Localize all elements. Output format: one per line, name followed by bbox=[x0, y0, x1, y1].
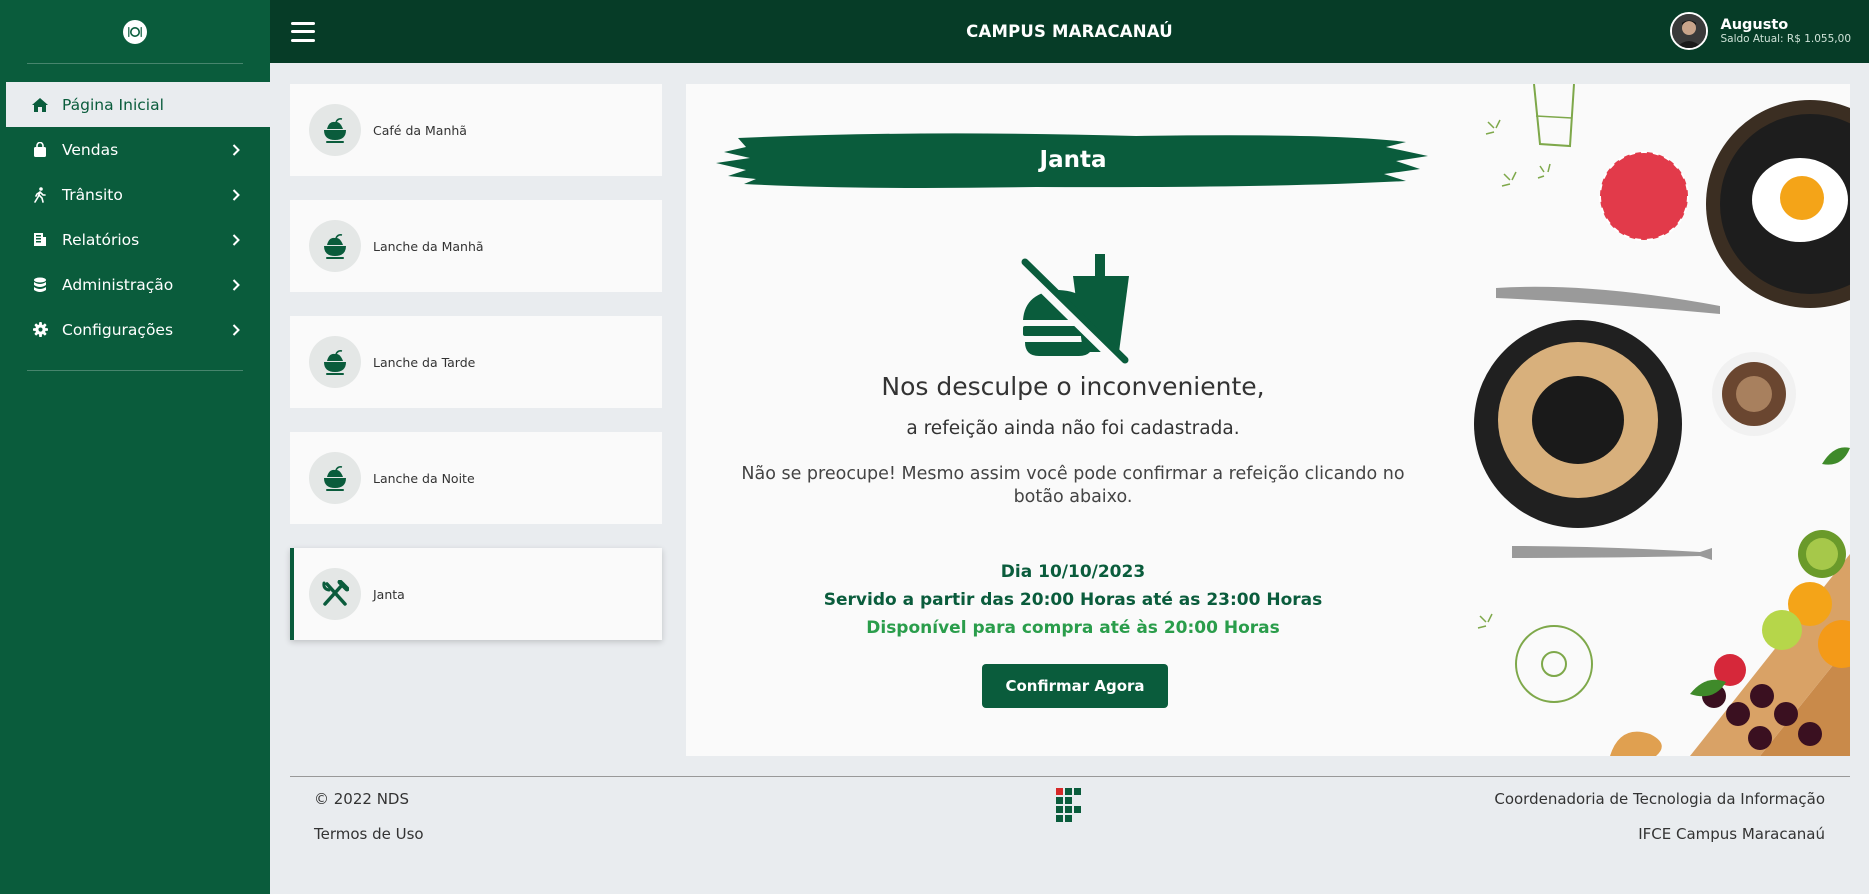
footer-department: Coordenadoria de Tecnologia da Informaçã… bbox=[1494, 790, 1825, 808]
institution-logo-icon bbox=[1056, 788, 1081, 822]
terms-link[interactable]: Termos de Uso bbox=[314, 825, 424, 843]
meal-label: Lanche da Tarde bbox=[373, 354, 476, 370]
chevron-right-icon bbox=[232, 278, 240, 291]
chevron-right-icon bbox=[232, 323, 240, 336]
sidebar-item-label: Página Inicial bbox=[62, 95, 164, 114]
no-food-icon bbox=[1021, 254, 1129, 364]
sidebar-item-relatorios[interactable]: Relatórios bbox=[0, 217, 270, 262]
sidebar-divider bbox=[27, 370, 243, 371]
report-icon bbox=[32, 232, 48, 248]
footer-divider bbox=[290, 776, 1850, 777]
footer-campus: IFCE Campus Maracanaú bbox=[1638, 825, 1825, 843]
sidebar-item-label: Trânsito bbox=[62, 185, 123, 204]
food-bowl-icon bbox=[309, 104, 361, 156]
meal-title: Janta bbox=[1039, 147, 1107, 173]
page-title: CAMPUS MARACANAÚ bbox=[966, 22, 1173, 41]
gear-icon bbox=[32, 322, 48, 338]
sidebar-item-administracao[interactable]: Administração bbox=[0, 262, 270, 307]
sidebar-divider bbox=[27, 63, 243, 64]
sidebar-item-configuracoes[interactable]: Configurações bbox=[0, 307, 270, 352]
home-icon bbox=[32, 97, 48, 113]
meal-label: Lanche da Noite bbox=[373, 470, 475, 486]
food-bowl-icon bbox=[309, 336, 361, 388]
menu-toggle-icon[interactable] bbox=[291, 21, 315, 42]
topbar: CAMPUS MARACANAÚ Augusto Saldo Atual: R$… bbox=[270, 0, 1869, 63]
food-bowl-icon bbox=[309, 452, 361, 504]
chevron-right-icon bbox=[232, 188, 240, 201]
meal-card-cafe-da-manha[interactable]: Café da Manhã bbox=[290, 84, 662, 176]
meal-label: Café da Manhã bbox=[373, 122, 467, 138]
sorry-info: Não se preocupe! Mesmo assim você pode c… bbox=[741, 464, 1405, 507]
meal-card-lanche-da-tarde[interactable]: Lanche da Tarde bbox=[290, 316, 662, 408]
user-balance: Saldo Atual: R$ 1.055,00 bbox=[1720, 33, 1851, 45]
user-menu[interactable]: Augusto Saldo Atual: R$ 1.055,00 bbox=[1670, 12, 1851, 50]
chevron-right-icon bbox=[232, 143, 240, 156]
meal-availability: Disponível para compra até às 20:00 Hora… bbox=[866, 618, 1280, 638]
meal-label: Janta bbox=[373, 586, 405, 602]
shopping-bag-icon bbox=[32, 142, 48, 158]
meal-card-lanche-da-manha[interactable]: Lanche da Manhã bbox=[290, 200, 662, 292]
user-name: Augusto bbox=[1720, 17, 1789, 33]
meal-served-hours: Servido a partir das 20:00 Horas até as … bbox=[823, 590, 1323, 610]
sidebar-item-label: Configurações bbox=[62, 320, 174, 339]
avatar bbox=[1670, 12, 1709, 50]
food-illustration bbox=[1474, 84, 1850, 756]
meal-detail-panel: Janta Nos desculpe o inconveniente, a re… bbox=[686, 84, 1850, 756]
meal-card-janta[interactable]: Janta bbox=[290, 548, 662, 640]
sorry-subtitle: a refeição ainda não foi cadastrada. bbox=[906, 418, 1240, 439]
food-bowl-icon bbox=[309, 220, 361, 272]
sidebar-nav: Página Inicial Vendas Trânsito Relatório… bbox=[0, 82, 270, 352]
confirm-button[interactable]: Confirmar Agora bbox=[982, 664, 1168, 708]
chevron-right-icon bbox=[232, 233, 240, 246]
sidebar-item-label: Relatórios bbox=[62, 230, 140, 249]
meal-label: Lanche da Manhã bbox=[373, 238, 484, 254]
sidebar-item-vendas[interactable]: Vendas bbox=[0, 127, 270, 172]
sorry-title: Nos desculpe o inconveniente, bbox=[881, 372, 1265, 401]
meal-date: Dia 10/10/2023 bbox=[1000, 562, 1146, 582]
footer-copyright: © 2022 NDS bbox=[314, 790, 410, 808]
sidebar-item-pagina-inicial[interactable]: Página Inicial bbox=[6, 82, 270, 127]
walking-icon bbox=[32, 186, 48, 203]
sidebar-logo[interactable] bbox=[0, 0, 270, 63]
database-icon bbox=[32, 277, 48, 293]
meal-card-lanche-da-noite[interactable]: Lanche da Noite bbox=[290, 432, 662, 524]
sidebar-item-label: Vendas bbox=[62, 140, 119, 159]
sidebar-item-transito[interactable]: Trânsito bbox=[0, 172, 270, 217]
plate-icon bbox=[123, 19, 147, 44]
sidebar: Página Inicial Vendas Trânsito Relatório… bbox=[0, 0, 270, 894]
sidebar-item-label: Administração bbox=[62, 275, 174, 294]
utensils-icon bbox=[309, 568, 361, 620]
